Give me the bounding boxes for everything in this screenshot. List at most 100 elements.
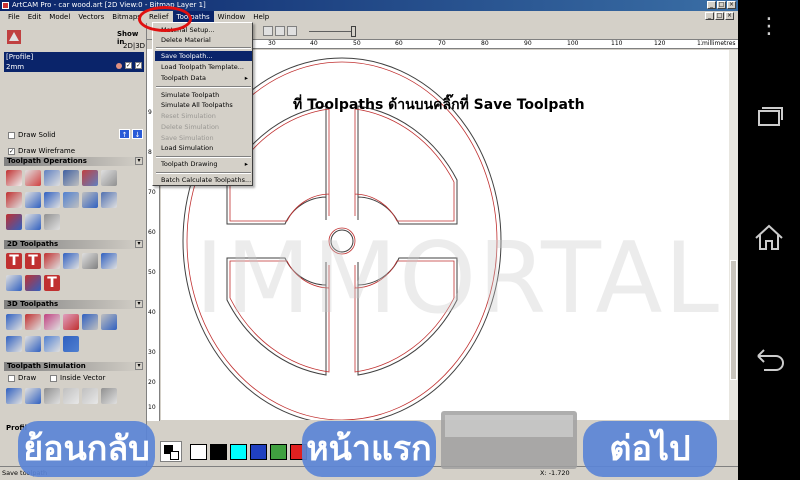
menu-simulate-toolpath[interactable]: Simulate Toolpath <box>155 90 252 100</box>
fit-icon[interactable] <box>287 26 297 36</box>
menu-save-toolpath[interactable]: Save Toolpath... <box>155 51 252 61</box>
collapse-icon[interactable]: ▾ <box>135 157 143 165</box>
3d-area-icon[interactable] <box>44 314 60 330</box>
toolpath-info-icon[interactable] <box>44 214 60 230</box>
menu-load-toolpath-template[interactable]: Load Toolpath Template... <box>155 62 252 72</box>
maximize-button[interactable]: □ <box>717 1 726 9</box>
simulate-all-icon[interactable] <box>25 388 41 404</box>
menu-file[interactable]: File <box>4 11 24 23</box>
toolpath-group-icon[interactable] <box>25 214 41 230</box>
collapse-icon[interactable]: ▾ <box>135 362 143 370</box>
swatch-black[interactable] <box>210 444 227 460</box>
merge-toolpath-icon[interactable] <box>6 192 22 208</box>
rest-machining-icon[interactable] <box>63 314 79 330</box>
load-toolpath-icon[interactable] <box>101 192 117 208</box>
menu-edit[interactable]: Edit <box>24 11 46 23</box>
v-bit-carving-icon[interactable] <box>82 253 98 269</box>
recalculate-icon[interactable] <box>25 170 41 186</box>
doc-restore-button[interactable]: □ <box>715 12 724 20</box>
swatch-cyan[interactable] <box>230 444 247 460</box>
menu-simulate-all-toolpaths[interactable]: Simulate All Toolpaths <box>155 100 252 110</box>
drilling-icon[interactable] <box>44 253 60 269</box>
draw-wireframe-option[interactable]: ✓ Draw Wireframe <box>8 147 75 155</box>
refresh-toolpath-icon[interactable] <box>63 336 79 352</box>
minimize-button[interactable]: _ <box>707 1 716 9</box>
toolpath-operations-header[interactable]: Toolpath Operations ▾ <box>4 157 144 166</box>
doc-close-button[interactable]: × <box>725 12 734 20</box>
zoom-slider-handle[interactable] <box>351 26 356 37</box>
swatch-green[interactable] <box>270 444 287 460</box>
transform-toolpath-icon[interactable] <box>25 192 41 208</box>
menu-delete-simulation[interactable]: Delete Simulation <box>155 122 252 132</box>
doc-minimize-button[interactable]: _ <box>705 12 714 20</box>
calculate-icon[interactable] <box>6 170 22 186</box>
menu-toolpath-data[interactable]: Toolpath Data ▸ <box>155 73 252 83</box>
profile-sim-checkbox[interactable]: ✓ <box>135 62 142 69</box>
swatch-blue[interactable] <box>250 444 267 460</box>
draw-option[interactable]: Draw <box>8 374 36 382</box>
reset-simulation-icon[interactable] <box>44 388 60 404</box>
draw-solid-checkbox[interactable] <box>8 131 15 139</box>
3d-toolpaths-header[interactable]: 3D Toolpaths ▾ <box>4 300 144 309</box>
pan-icon[interactable] <box>275 26 285 36</box>
home-icon[interactable] <box>738 222 800 259</box>
3d-engraving-icon[interactable] <box>6 336 22 352</box>
move-down-button[interactable]: ↓ <box>132 129 143 139</box>
close-button[interactable]: × <box>727 1 736 9</box>
collapse-icon[interactable]: ▾ <box>135 240 143 248</box>
home-nav-button[interactable]: หน้าแรก <box>302 421 436 477</box>
save-simulation-icon[interactable] <box>82 388 98 404</box>
edit-toolpath-icon[interactable] <box>44 170 60 186</box>
area-clearance-icon[interactable]: T <box>25 253 41 269</box>
menu-load-simulation[interactable]: Load Simulation <box>155 143 252 153</box>
zoom-slider-track[interactable] <box>309 31 355 32</box>
menu-delete-material[interactable]: Delete Material <box>155 35 252 45</box>
move-up-button[interactable]: ↑ <box>119 129 130 139</box>
toolpath-simulation-header[interactable]: Toolpath Simulation ▾ <box>4 362 144 371</box>
save-toolpath-icon[interactable] <box>82 192 98 208</box>
back-nav-button[interactable]: ย้อนกลับ <box>18 421 155 477</box>
view-toggle[interactable]: 2D|3D <box>123 42 145 50</box>
feature-machining-icon[interactable] <box>82 314 98 330</box>
toolpath-order-icon[interactable] <box>6 214 22 230</box>
delete-toolpath-icon[interactable] <box>82 170 98 186</box>
machine-relief-icon[interactable] <box>6 314 22 330</box>
z-level-roughing-icon[interactable] <box>25 314 41 330</box>
pencil-milling-icon[interactable] <box>101 314 117 330</box>
delete-simulation-icon[interactable] <box>63 388 79 404</box>
vertical-scrollbar[interactable] <box>729 50 738 420</box>
simulate-icon[interactable] <box>6 388 22 404</box>
2d-toolpaths-header[interactable]: 2D Toolpaths ▾ <box>4 240 144 249</box>
machine-vector-icon[interactable] <box>63 253 79 269</box>
inside-vector-option[interactable]: Inside Vector <box>50 374 105 382</box>
profile-toolpath-icon[interactable]: T <box>6 253 22 269</box>
back-icon[interactable] <box>738 344 800 381</box>
wrap-toolpath-icon[interactable] <box>63 192 79 208</box>
load-simulation-icon[interactable] <box>101 388 117 404</box>
menu-model[interactable]: Model <box>45 11 74 23</box>
draw-solid-option[interactable]: Draw Solid <box>8 131 56 139</box>
collapse-icon[interactable]: ▾ <box>135 300 143 308</box>
next-nav-button[interactable]: ต่อไป <box>583 421 717 477</box>
zoom-icon[interactable] <box>263 26 273 36</box>
toolpath-list-item[interactable]: [Profile] 2mm ✓ ✓ <box>4 52 144 72</box>
overflow-menu-icon[interactable]: ⋮ <box>738 14 800 39</box>
draw-wireframe-checkbox[interactable]: ✓ <box>8 147 15 155</box>
inlay-wizard-icon[interactable] <box>6 275 22 291</box>
recents-icon[interactable] <box>738 104 800 137</box>
fluting-icon[interactable]: T <box>44 275 60 291</box>
swatch-white[interactable] <box>190 444 207 460</box>
block-toolpath-icon[interactable] <box>44 192 60 208</box>
primary-secondary-color-icon[interactable] <box>160 441 182 462</box>
blank-overlay-button[interactable] <box>441 411 577 469</box>
laser-machining-icon[interactable] <box>44 336 60 352</box>
menu-toolpath-drawing[interactable]: Toolpath Drawing ▸ <box>155 159 252 169</box>
inside-vector-checkbox[interactable] <box>50 374 57 382</box>
copy-toolpath-icon[interactable] <box>63 170 79 186</box>
menu-save-simulation[interactable]: Save Simulation <box>155 133 252 143</box>
smart-engraving-icon[interactable] <box>101 253 117 269</box>
project-toolpath-icon[interactable] <box>25 336 41 352</box>
menu-reset-simulation[interactable]: Reset Simulation <box>155 111 252 121</box>
menu-vectors[interactable]: Vectors <box>74 11 108 23</box>
bevel-carving-icon[interactable] <box>25 275 41 291</box>
